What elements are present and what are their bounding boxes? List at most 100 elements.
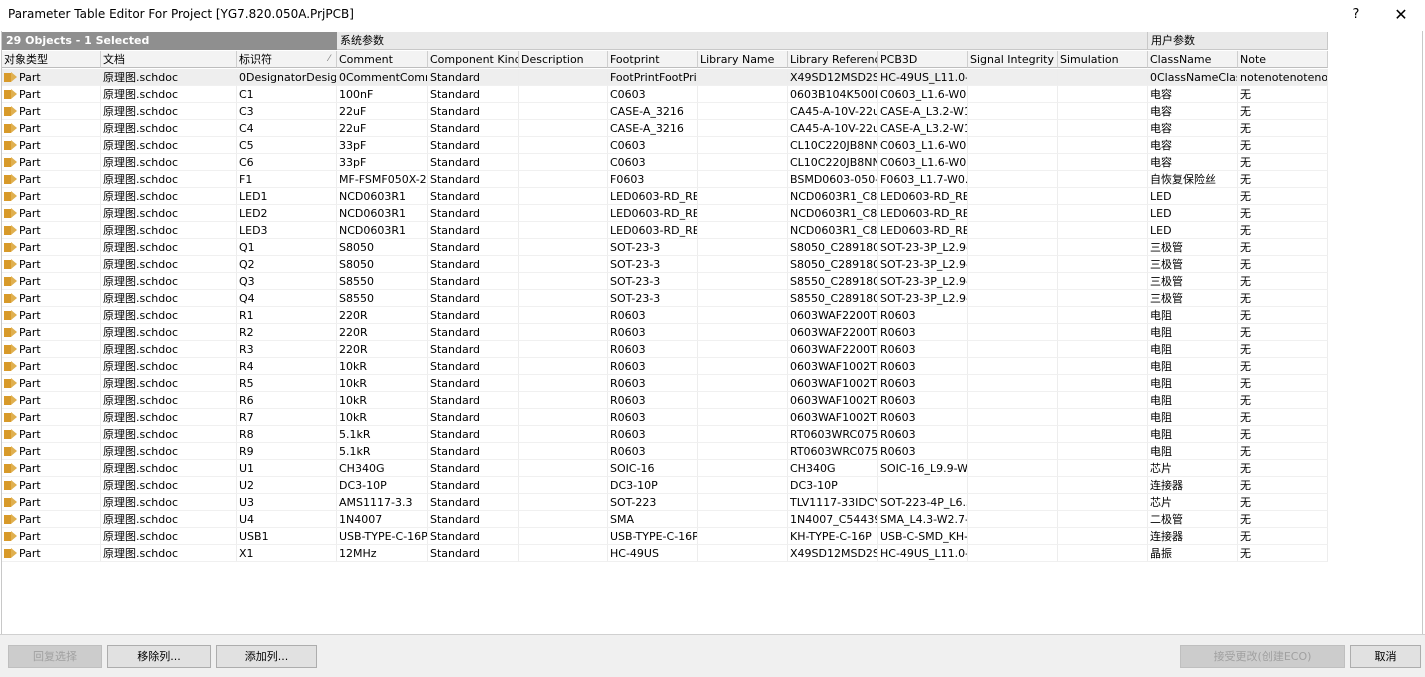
cell-pcb3d[interactable]: LED0603-RD_RE (878, 188, 968, 205)
cell-object-type[interactable]: Part (2, 494, 101, 511)
table-row[interactable]: Part 原理图.schdoc X1 12MHz Standard HC-49US X49S… (2, 545, 1328, 562)
cell-pcb3d[interactable]: SOT-23-3P_L2.9-W (878, 239, 968, 256)
cell-simulation[interactable] (1058, 205, 1148, 222)
cell-object-type[interactable]: Part (2, 409, 101, 426)
cell-note[interactable]: 无 (1238, 358, 1328, 375)
cell-document[interactable]: 原理图.schdoc (101, 409, 237, 426)
cell-document[interactable]: 原理图.schdoc (101, 426, 237, 443)
column-header-object-type[interactable]: 对象类型 (2, 51, 101, 68)
cell-library-reference[interactable]: 0603WAF2200T5 (788, 324, 878, 341)
cell-pcb3d[interactable]: CASE-A_L3.2-W1 (878, 103, 968, 120)
cell-library-name[interactable] (698, 103, 788, 120)
cell-simulation[interactable] (1058, 511, 1148, 528)
cell-classname[interactable]: 连接器 (1148, 528, 1238, 545)
cell-comment[interactable]: 100nF (337, 86, 428, 103)
cell-signal-integrity[interactable] (968, 273, 1058, 290)
cell-pcb3d[interactable]: C0603_L1.6-W0.8 (878, 154, 968, 171)
cell-document[interactable]: 原理图.schdoc (101, 307, 237, 324)
cell-library-reference[interactable]: TLV1117-33IDCYI (788, 494, 878, 511)
cell-library-name[interactable] (698, 239, 788, 256)
cell-note[interactable]: 无 (1238, 137, 1328, 154)
cell-footprint[interactable]: C0603 (608, 86, 698, 103)
cell-footprint[interactable]: R0603 (608, 307, 698, 324)
table-row[interactable]: Part 原理图.schdoc F1 MF-FSMF050X-2 (Standard F… (2, 171, 1328, 188)
cell-footprint[interactable]: R0603 (608, 341, 698, 358)
cell-library-name[interactable] (698, 222, 788, 239)
cell-library-reference[interactable]: 0603WAF1002T5 (788, 409, 878, 426)
cell-library-name[interactable] (698, 443, 788, 460)
table-row[interactable]: Part 原理图.schdoc C4 22uF Standard CASE-A_3216 C… (2, 120, 1328, 137)
column-header-note[interactable]: Note (1238, 51, 1328, 68)
cell-note[interactable]: 无 (1238, 545, 1328, 562)
cell-simulation[interactable] (1058, 120, 1148, 137)
column-header-document[interactable]: 文档 (101, 51, 237, 68)
table-row[interactable]: Part 原理图.schdoc C5 33pF Standard C0603 CL10C22… (2, 137, 1328, 154)
cell-object-type[interactable]: Part (2, 477, 101, 494)
cell-pcb3d[interactable] (878, 477, 968, 494)
cell-signal-integrity[interactable] (968, 358, 1058, 375)
cell-note[interactable]: 无 (1238, 171, 1328, 188)
cell-signal-integrity[interactable] (968, 375, 1058, 392)
cell-simulation[interactable] (1058, 409, 1148, 426)
table-row[interactable]: Part 原理图.schdoc U3 AMS1117-3.3 Standard SOT-2… (2, 494, 1328, 511)
cell-component-kind[interactable]: Standard (428, 511, 519, 528)
cell-library-name[interactable] (698, 205, 788, 222)
cell-classname[interactable]: 电容 (1148, 154, 1238, 171)
cell-pcb3d[interactable]: HC-49US_L11.0-W (878, 69, 968, 86)
table-row[interactable]: Part 原理图.schdoc LED1 NCD0603R1 Standard LED06… (2, 188, 1328, 205)
cell-note[interactable]: 无 (1238, 511, 1328, 528)
cell-pcb3d[interactable]: LED0603-RD_RE (878, 205, 968, 222)
cell-pcb3d[interactable]: R0603 (878, 392, 968, 409)
cell-component-kind[interactable]: Standard (428, 528, 519, 545)
cell-component-kind[interactable]: Standard (428, 154, 519, 171)
cell-signal-integrity[interactable] (968, 239, 1058, 256)
cell-classname[interactable]: LED (1148, 205, 1238, 222)
cell-designator[interactable]: R8 (237, 426, 337, 443)
cell-object-type[interactable]: Part (2, 375, 101, 392)
cell-description[interactable] (519, 222, 608, 239)
cell-document[interactable]: 原理图.schdoc (101, 256, 237, 273)
cell-description[interactable] (519, 392, 608, 409)
cell-component-kind[interactable]: Standard (428, 341, 519, 358)
cell-document[interactable]: 原理图.schdoc (101, 69, 237, 86)
cell-library-reference[interactable]: 0603B104K500N1 (788, 86, 878, 103)
cell-library-name[interactable] (698, 324, 788, 341)
cell-simulation[interactable] (1058, 341, 1148, 358)
cell-library-reference[interactable]: CA45-A-10V-22uF (788, 120, 878, 137)
cell-object-type[interactable]: Part (2, 460, 101, 477)
cell-designator[interactable]: R5 (237, 375, 337, 392)
cell-note[interactable]: 无 (1238, 307, 1328, 324)
cell-classname[interactable]: 连接器 (1148, 477, 1238, 494)
table-row[interactable]: Part 原理图.schdoc USB1 USB-TYPE-C-16P Standard… (2, 528, 1328, 545)
cell-designator[interactable]: USB1 (237, 528, 337, 545)
cell-note[interactable]: 无 (1238, 205, 1328, 222)
cell-library-reference[interactable]: 0603WAF1002T5 (788, 375, 878, 392)
cell-comment[interactable]: NCD0603R1 (337, 188, 428, 205)
cell-note[interactable]: 无 (1238, 324, 1328, 341)
cell-comment[interactable]: NCD0603R1 (337, 222, 428, 239)
cell-footprint[interactable]: LED0603-RD_RE (608, 188, 698, 205)
column-header-description[interactable]: Description (519, 51, 608, 68)
cell-object-type[interactable]: Part (2, 528, 101, 545)
cell-pcb3d[interactable]: SOT-23-3P_L2.9-W (878, 273, 968, 290)
cell-object-type[interactable]: Part (2, 86, 101, 103)
cell-classname[interactable]: 三极管 (1148, 239, 1238, 256)
cell-footprint[interactable]: R0603 (608, 426, 698, 443)
cell-signal-integrity[interactable] (968, 511, 1058, 528)
cell-footprint[interactable]: DC3-10P (608, 477, 698, 494)
cell-simulation[interactable] (1058, 375, 1148, 392)
cell-object-type[interactable]: Part (2, 426, 101, 443)
cell-simulation[interactable] (1058, 426, 1148, 443)
cell-document[interactable]: 原理图.schdoc (101, 154, 237, 171)
cell-classname[interactable]: 三极管 (1148, 256, 1238, 273)
cell-note[interactable]: 无 (1238, 256, 1328, 273)
cell-pcb3d[interactable]: F0603_L1.7-W0.9 (878, 171, 968, 188)
cell-simulation[interactable] (1058, 103, 1148, 120)
cell-classname[interactable]: LED (1148, 222, 1238, 239)
cell-classname[interactable]: 电容 (1148, 103, 1238, 120)
cell-comment[interactable]: 22uF (337, 120, 428, 137)
cell-designator[interactable]: R2 (237, 324, 337, 341)
cell-signal-integrity[interactable] (968, 528, 1058, 545)
cell-classname[interactable]: 晶振 (1148, 545, 1238, 562)
cell-simulation[interactable] (1058, 392, 1148, 409)
